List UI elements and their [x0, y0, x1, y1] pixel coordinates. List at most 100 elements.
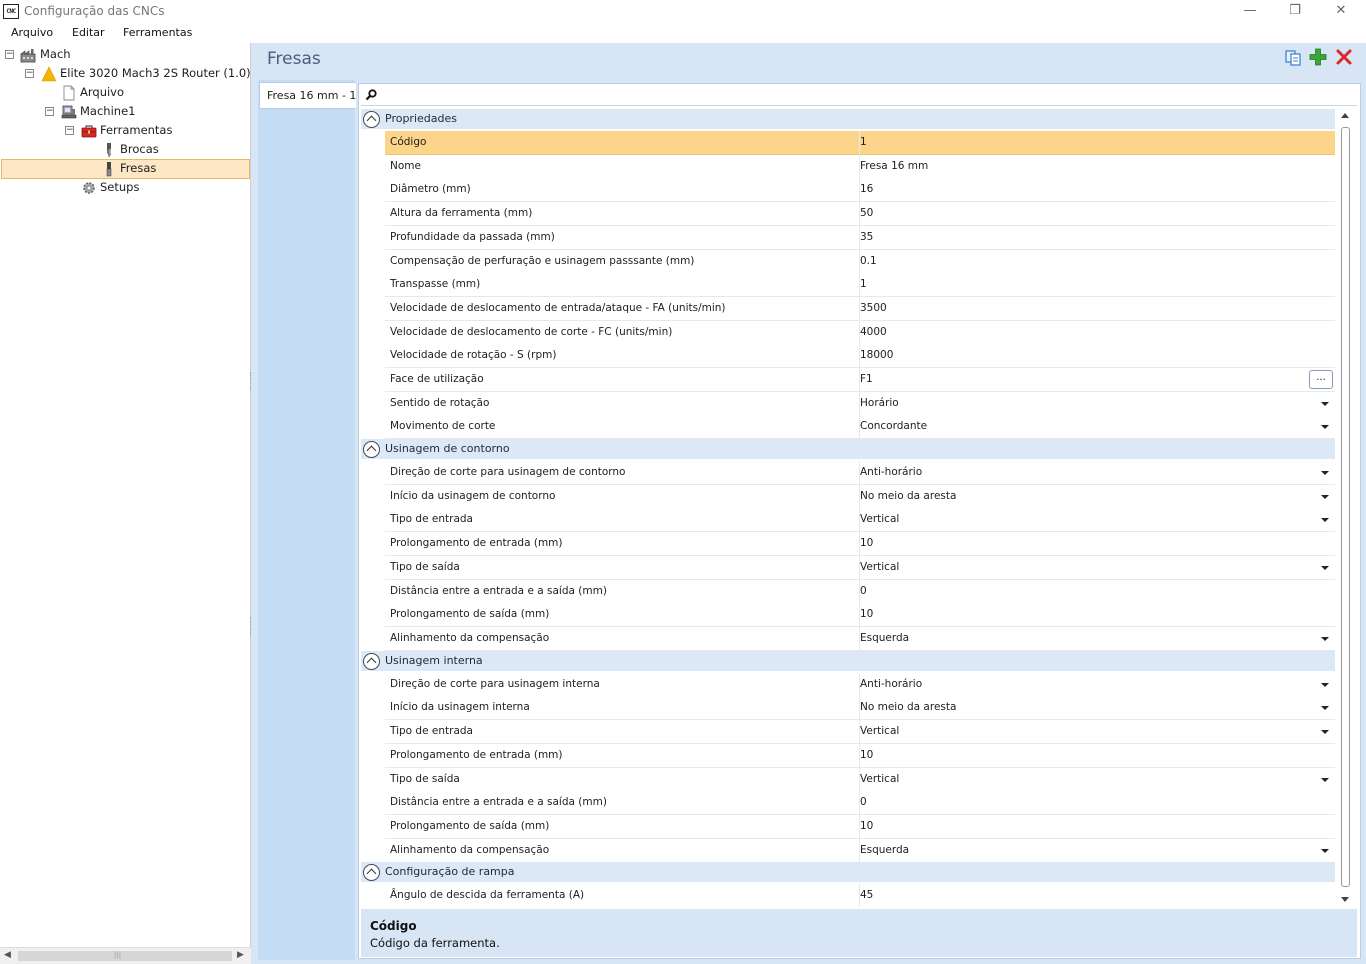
property-row[interactable]: Tipo de saída Vertical [385, 556, 1335, 580]
property-row[interactable]: Altura da ferramenta (mm) 50 [385, 202, 1335, 226]
scroll-right-arrow[interactable]: ▶ [237, 950, 244, 960]
property-row[interactable]: Face de utilização F1... [385, 368, 1335, 392]
tree-item-fresas[interactable]: Fresas [120, 159, 156, 178]
property-value[interactable]: Vertical [860, 561, 899, 573]
collapse-icon[interactable] [363, 864, 380, 882]
tree-item-setups[interactable]: Setups [100, 178, 139, 197]
property-value[interactable]: Horário [860, 397, 899, 409]
collapse-icon[interactable] [363, 652, 380, 670]
property-row[interactable]: Alinhamento da compensação Esquerda [385, 627, 1335, 651]
property-value[interactable]: 10 [860, 820, 873, 832]
tree-expander-mach[interactable]: − [5, 50, 14, 59]
property-value[interactable]: 35 [860, 231, 873, 243]
tree-expander-machine1[interactable]: − [45, 107, 54, 116]
property-row[interactable]: Ângulo de descida da ferramenta (A) 45 [385, 884, 1335, 907]
property-row[interactable]: Diâmetro (mm) 16 [385, 178, 1335, 202]
property-row[interactable]: Início da usinagem de contorno No meio da… [385, 485, 1335, 509]
property-value[interactable]: Esquerda [860, 632, 909, 644]
property-value[interactable]: 45 [860, 889, 873, 901]
property-row[interactable]: Distância entre a entrada e a saída (mm)… [385, 791, 1335, 815]
property-row[interactable]: Profundidade da passada (mm) 35 [385, 226, 1335, 250]
dropdown-arrow-icon[interactable] [1321, 849, 1329, 853]
copy-icon[interactable] [1283, 47, 1303, 67]
property-row[interactable]: Velocidade de deslocamento de corte - FC… [385, 321, 1335, 345]
property-value[interactable]: 50 [860, 207, 873, 219]
property-row[interactable]: Prolongamento de entrada (mm) 10 [385, 744, 1335, 768]
dropdown-arrow-icon[interactable] [1321, 402, 1329, 406]
property-row[interactable]: Prolongamento de entrada (mm) 10 [385, 532, 1335, 556]
scroll-up-arrow[interactable] [1341, 113, 1349, 118]
property-row[interactable]: Velocidade de deslocamento de entrada/at… [385, 297, 1335, 321]
property-value[interactable]: 1 [860, 136, 867, 148]
property-value[interactable]: 10 [860, 608, 873, 620]
property-value[interactable]: Vertical [860, 725, 899, 737]
tree-item-brocas[interactable]: Brocas [120, 140, 159, 159]
dropdown-arrow-icon[interactable] [1321, 683, 1329, 687]
menu-ferramentas[interactable]: Ferramentas [123, 26, 192, 39]
property-value[interactable]: Concordante [860, 420, 927, 432]
dropdown-arrow-icon[interactable] [1321, 730, 1329, 734]
property-value[interactable]: 1 [860, 278, 867, 290]
property-row[interactable]: Tipo de saída Vertical [385, 768, 1335, 792]
property-value[interactable]: Anti-horário [860, 466, 922, 478]
category-header[interactable]: Usinagem interna [361, 650, 1335, 671]
tree-item-elite-router[interactable]: Elite 3020 Mach3 2S Router (1.0) [60, 64, 251, 83]
property-value[interactable]: Vertical [860, 773, 899, 785]
add-icon[interactable] [1308, 47, 1328, 67]
property-row[interactable]: Prolongamento de saída (mm) 10 [385, 603, 1335, 627]
property-row[interactable]: Direção de corte para usinagem interna An… [385, 673, 1335, 697]
menu-arquivo[interactable]: Arquivo [11, 26, 53, 39]
property-row[interactable]: Direção de corte para usinagem de contor… [385, 461, 1335, 485]
ellipsis-button[interactable]: ... [1309, 370, 1333, 389]
property-search-bar[interactable] [361, 85, 1357, 106]
close-button[interactable]: ✕ [1318, 0, 1364, 24]
collapse-icon[interactable] [363, 441, 380, 459]
scroll-thumb[interactable] [1341, 127, 1350, 887]
tree-horizontal-scrollbar[interactable]: ◀ ||| ▶ [0, 947, 251, 964]
dropdown-arrow-icon[interactable] [1321, 637, 1329, 641]
property-value[interactable]: 10 [860, 749, 873, 761]
tree-expander-ferramentas[interactable]: − [65, 126, 74, 135]
property-value[interactable]: F1 [860, 373, 873, 385]
property-row[interactable]: Início da usinagem interna No meio da are… [385, 696, 1335, 720]
grid-vertical-scrollbar[interactable] [1337, 109, 1354, 907]
restore-button[interactable]: ❐ [1272, 0, 1318, 24]
dropdown-arrow-icon[interactable] [1321, 495, 1329, 499]
property-row[interactable]: Movimento de corte Concordante [385, 415, 1335, 439]
minimize-button[interactable]: — [1227, 0, 1273, 24]
property-value[interactable]: 0.1 [860, 255, 877, 267]
property-row[interactable]: Distância entre a entrada e a saída (mm)… [385, 580, 1335, 604]
property-value[interactable]: 10 [860, 537, 873, 549]
collapse-icon[interactable] [363, 111, 380, 128]
property-row[interactable]: Prolongamento de saída (mm) 10 [385, 815, 1335, 839]
dropdown-arrow-icon[interactable] [1321, 778, 1329, 782]
property-value[interactable]: 0 [860, 796, 867, 808]
property-row[interactable]: Compensação de perfuração e usinagem pas… [385, 250, 1335, 274]
property-value[interactable]: Fresa 16 mm [860, 160, 928, 172]
property-value[interactable]: Anti-horário [860, 678, 922, 690]
property-value[interactable]: 16 [860, 183, 873, 195]
property-value[interactable]: 0 [860, 585, 867, 597]
category-header[interactable]: Propriedades [361, 109, 1335, 129]
property-row[interactable]: Alinhamento da compensação Esquerda [385, 839, 1335, 863]
tree-item-mach[interactable]: Mach [40, 45, 71, 64]
property-value[interactable]: 18000 [860, 349, 893, 361]
tool-list-item[interactable]: Fresa 16 mm - 1 [259, 82, 356, 109]
property-row[interactable]: Sentido de rotação Horário [385, 392, 1335, 416]
scroll-thumb[interactable] [18, 951, 232, 961]
scroll-down-arrow[interactable] [1341, 897, 1349, 902]
scroll-left-arrow[interactable]: ◀ [4, 950, 11, 960]
tree-item-ferramentas[interactable]: Ferramentas [100, 121, 172, 140]
property-value[interactable]: Vertical [860, 513, 899, 525]
property-value[interactable]: No meio da aresta [860, 701, 956, 713]
dropdown-arrow-icon[interactable] [1321, 566, 1329, 570]
dropdown-arrow-icon[interactable] [1321, 706, 1329, 710]
property-row[interactable]: Código 1 [385, 131, 1335, 155]
tree-item-arquivo[interactable]: Arquivo [80, 83, 124, 102]
menu-editar[interactable]: Editar [72, 26, 105, 39]
property-row[interactable]: Velocidade de rotação - S (rpm) 18000 [385, 344, 1335, 368]
property-value[interactable]: No meio da aresta [860, 490, 956, 502]
dropdown-arrow-icon[interactable] [1321, 518, 1329, 522]
property-value[interactable]: 4000 [860, 326, 887, 338]
delete-icon[interactable] [1334, 47, 1354, 67]
